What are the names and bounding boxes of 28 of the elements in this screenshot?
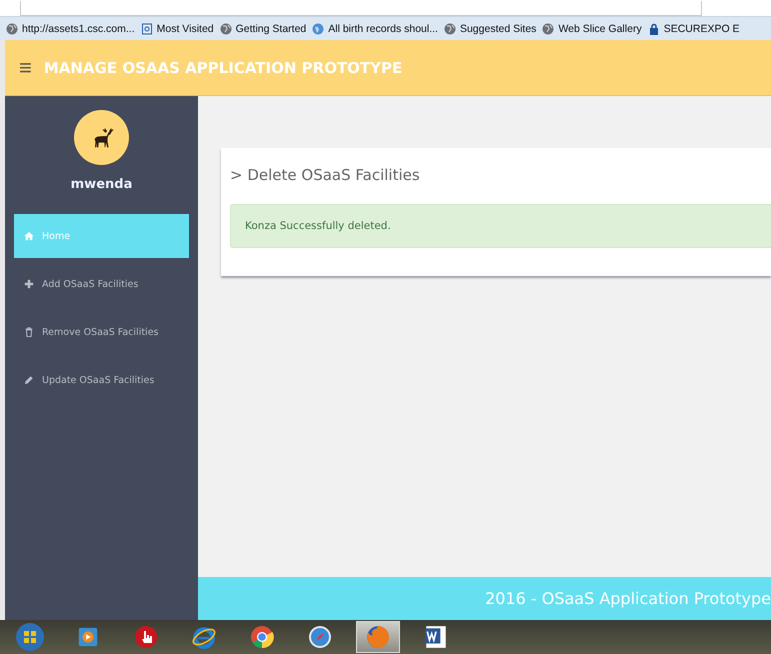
nav-item[interactable]: Add OSaaS Facilities: [14, 262, 189, 306]
bookmark-link[interactable]: SECUREXPO E: [664, 22, 740, 34]
bookmark-link[interactable]: Most Visited: [156, 22, 214, 34]
bookmark-link[interactable]: All birth records shoul...: [328, 22, 438, 34]
lock-icon: [648, 22, 660, 34]
compass-icon: [308, 625, 332, 649]
document-icon: [423, 624, 449, 650]
nav-item[interactable]: Update OSaaS Facilities: [14, 358, 189, 402]
start-orb-icon: [15, 622, 45, 652]
hand-cursor-icon: [134, 625, 158, 649]
pencil-icon: [24, 375, 34, 385]
bookmark-link[interactable]: Suggested Sites: [460, 22, 536, 34]
success-alert: Konza Successfully deleted.: [230, 204, 771, 248]
home-icon: [24, 231, 34, 241]
page-icon: [140, 22, 153, 34]
menu-button[interactable]: ≡: [17, 56, 34, 78]
media-player-icon: [77, 626, 99, 648]
bookmark-link[interactable]: Getting Started: [236, 22, 306, 34]
bookmark-link[interactable]: http://assets1.csc.com...: [22, 22, 135, 34]
user-name: mwenda: [70, 177, 132, 192]
plus-icon: [24, 279, 34, 289]
trash-icon: [24, 327, 34, 337]
footer-text: 2016 - OSaaS Application Prototype: [485, 589, 771, 608]
nav-item[interactable]: Remove OSaaS Facilities: [14, 310, 189, 354]
panel-title: > Delete OSaaS Facilities: [230, 166, 421, 184]
app-title: MANAGE OSAAS APPLICATION PROTOTYPE: [44, 58, 402, 76]
chrome-icon: [250, 625, 274, 649]
bookmark-link[interactable]: Web Slice Gallery: [558, 22, 642, 34]
